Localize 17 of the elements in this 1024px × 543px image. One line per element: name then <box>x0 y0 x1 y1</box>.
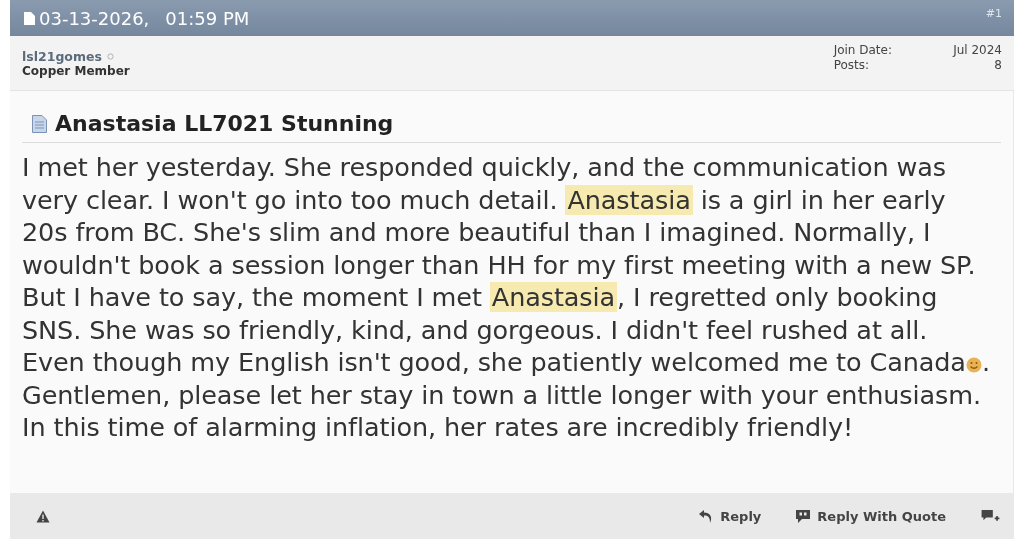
post-text: I met her yesterday. She responded quickly, and the communication was very clear. I won't go into too much detail. Anastasia is a girl in her early 20s from BC. She's slim and more beautiful than I imagined. Normally, I wouldn't book a session longer than HH for my first meeting with a new SP. But I have to say, the moment I met Anastasia, I regretted only booking SNS. She was so friendly, kind, and gorgeous. I didn't feel rushed at all. Even though my English isn't good, she patiently welcomed me to Canada . Gentlemen, please let her stay in town a little longer with your enthusiasm. In this time of alarming inflation, her rates are incredibly friendly! <box>22 151 991 444</box>
stat-label: Posts: <box>833 58 871 73</box>
document-icon <box>24 11 35 25</box>
post-title: Anastasia LL7021 Stunning <box>55 111 394 136</box>
speech-bubble-plus-icon <box>980 508 1000 524</box>
reply-with-quote-button[interactable]: Reply With Quote <box>793 506 948 526</box>
smiley-icon <box>965 357 982 373</box>
stat-value: 8 <box>993 58 1002 73</box>
document-icon <box>32 114 47 133</box>
reply-button[interactable]: Reply <box>696 506 764 526</box>
username-link[interactable]: lsl21gomes <box>22 48 102 64</box>
user-rank: Copper Member <box>22 63 130 78</box>
stat-value: Jul 2024 <box>951 43 1002 58</box>
speech-bubble-icon <box>795 508 812 524</box>
post-date: 03-13-2026, 01:59 PM <box>39 7 250 29</box>
stat-label: Join Date: <box>833 43 892 58</box>
warning-icon[interactable] <box>36 509 50 523</box>
